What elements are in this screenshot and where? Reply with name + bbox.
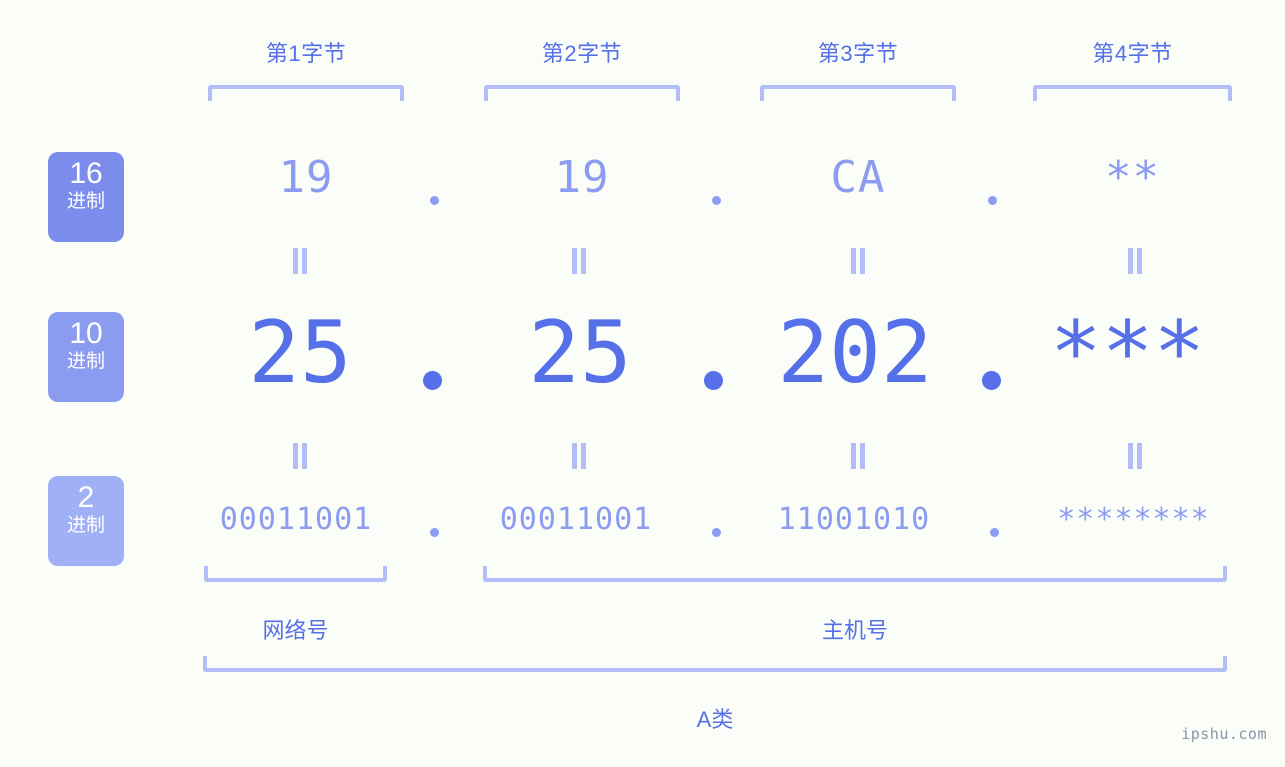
equals-mark-hex-dec-1 <box>293 248 307 274</box>
hex-byte-2: 19 <box>554 152 610 203</box>
base-badge-decimal-suffix: 进制 <box>66 351 105 372</box>
base-badge-binary-suffix: 进制 <box>66 515 105 536</box>
equals-mark-hex-dec-3 <box>851 248 865 274</box>
byte-bracket-2 <box>484 85 680 101</box>
hex-byte-3: CA <box>830 152 886 203</box>
base-badge-decimal-number: 10 <box>69 317 103 350</box>
binary-byte-4: ******** <box>1057 502 1210 537</box>
hex-separator-dot-1 <box>430 196 439 205</box>
decimal-byte-2: 25 <box>528 303 632 403</box>
base-badge-hex: 16 进制 <box>48 152 124 242</box>
hex-byte-4: ** <box>1105 152 1160 203</box>
ip-class-label: A类 <box>696 707 734 732</box>
decimal-separator-dot-1 <box>423 371 442 390</box>
byte-bracket-4 <box>1033 85 1232 101</box>
base-badge-binary-number: 2 <box>77 481 95 514</box>
decimal-separator-dot-3 <box>982 371 1001 390</box>
network-portion-label: 网络号 <box>262 618 329 643</box>
binary-separator-dot-1 <box>430 528 439 537</box>
byte-bracket-1 <box>208 85 404 101</box>
binary-separator-dot-3 <box>990 528 999 537</box>
decimal-separator-dot-2 <box>704 371 723 390</box>
byte-bracket-3 <box>760 85 956 101</box>
byte-header-label-2: 第2字节 <box>541 41 623 66</box>
decimal-byte-4: *** <box>1049 303 1206 403</box>
hex-byte-1: 19 <box>278 152 334 203</box>
base-badge-binary: 2 进制 <box>48 476 124 566</box>
ip-address-breakdown-diagram: 第1字节 第2字节 第3字节 第4字节 16 进制 10 进制 2 进制 19 … <box>0 0 1285 767</box>
hex-separator-dot-2 <box>712 196 721 205</box>
binary-byte-3: 11001010 <box>777 502 931 537</box>
base-badge-decimal: 10 进制 <box>48 312 124 402</box>
equals-mark-dec-bin-1 <box>293 443 307 469</box>
byte-header-label-3: 第3字节 <box>817 41 899 66</box>
host-portion-label: 主机号 <box>821 618 888 643</box>
network-portion-bracket <box>204 566 387 582</box>
binary-byte-2: 00011001 <box>499 502 653 537</box>
equals-mark-dec-bin-4 <box>1128 443 1142 469</box>
ip-class-bracket <box>203 656 1227 672</box>
base-badge-hex-number: 16 <box>69 157 103 190</box>
binary-separator-dot-2 <box>712 528 721 537</box>
equals-mark-hex-dec-2 <box>572 248 586 274</box>
byte-header-label-1: 第1字节 <box>265 41 347 66</box>
equals-mark-dec-bin-2 <box>572 443 586 469</box>
equals-mark-dec-bin-3 <box>851 443 865 469</box>
host-portion-bracket <box>483 566 1227 582</box>
binary-byte-1: 00011001 <box>219 502 373 537</box>
hex-separator-dot-3 <box>988 196 997 205</box>
site-watermark: ipshu.com <box>1181 725 1267 743</box>
equals-mark-hex-dec-4 <box>1128 248 1142 274</box>
decimal-byte-3: 202 <box>777 303 933 403</box>
byte-header-label-4: 第4字节 <box>1092 41 1173 66</box>
decimal-byte-1: 25 <box>248 303 352 403</box>
base-badge-hex-suffix: 进制 <box>66 191 105 212</box>
